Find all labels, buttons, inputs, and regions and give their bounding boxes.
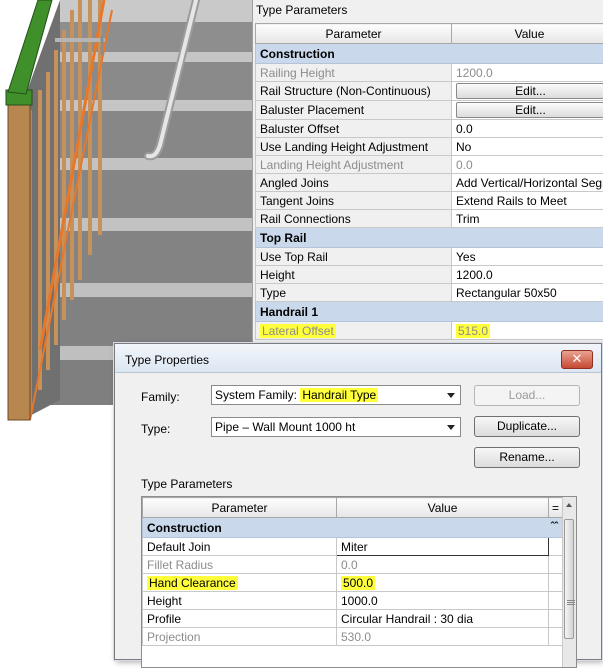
dialog-title: Type Properties <box>125 353 209 367</box>
param-value: 1200.0 <box>452 64 603 82</box>
dialog-titlebar[interactable]: Type Properties ✕ <box>115 344 601 373</box>
param-name: Height <box>143 592 337 610</box>
param-name: Baluster Placement <box>256 101 452 120</box>
family-value: Handrail Type <box>300 388 378 402</box>
hand-clearance-value[interactable]: 500.0 <box>341 576 375 590</box>
chevron-up-double-icon[interactable]: ˆˆ <box>551 521 558 533</box>
param-name: Type <box>256 284 452 302</box>
param-name: Baluster Offset <box>256 120 452 138</box>
table-row[interactable]: Type Rectangular 50x50 <box>256 284 603 302</box>
close-button[interactable]: ✕ <box>561 350 593 369</box>
table-row: Railing Height 1200.0 <box>256 64 603 82</box>
param-name: Tangent Joins <box>256 192 452 210</box>
type-parameters-table: Parameter Value = Construction ˆˆ Defaul… <box>142 497 563 646</box>
scrollbar-thumb[interactable] <box>564 519 574 639</box>
param-name: Profile <box>143 610 337 628</box>
param-value[interactable]: Extend Rails to Meet <box>452 192 603 210</box>
group-top-rail[interactable]: Top Rail <box>256 228 603 248</box>
family-select[interactable]: System Family: Handrail Type <box>211 385 461 405</box>
hand-clearance-label: Hand Clearance <box>147 576 238 590</box>
param-value[interactable]: Miter <box>337 538 549 556</box>
param-value[interactable]: 1000.0 <box>337 592 549 610</box>
chevron-down-icon <box>447 393 455 398</box>
type-properties-dialog: Type Properties ✕ Family: System Family:… <box>114 343 602 660</box>
rename-button[interactable]: Rename... <box>474 447 580 468</box>
duplicate-button[interactable]: Duplicate... <box>474 416 580 437</box>
type-parameters-title: Type Parameters <box>141 477 232 491</box>
param-name: Rail Structure (Non-Continuous) <box>256 82 452 101</box>
edit-rail-structure-button[interactable]: Edit... <box>456 83 603 99</box>
param-name: Height <box>256 266 452 284</box>
param-value: 530.0 <box>337 628 549 646</box>
table-row[interactable]: Baluster Placement Edit... <box>256 101 603 120</box>
vertical-scrollbar[interactable] <box>562 497 576 667</box>
param-value: 0.0 <box>452 156 603 174</box>
param-value[interactable]: Circular Handrail : 30 dia <box>337 610 549 628</box>
railing-type-parameters-panel: Type Parameters Parameter Value Construc… <box>252 0 603 345</box>
table-row: Projection 530.0 <box>143 628 563 646</box>
railing-parameters-grid: Parameter Value Construction Railing Hei… <box>255 23 603 340</box>
edit-baluster-placement-button[interactable]: Edit... <box>456 102 603 118</box>
param-value[interactable]: 1200.0 <box>452 266 603 284</box>
table-row[interactable]: Use Landing Height Adjustment No <box>256 138 603 156</box>
param-name: Railing Height <box>256 64 452 82</box>
family-label: Family: <box>141 390 180 404</box>
table-row[interactable]: Rail Connections Trim <box>256 210 603 228</box>
column-header-parameter[interactable]: Parameter <box>143 498 337 518</box>
param-value[interactable]: No <box>452 138 603 156</box>
table-row[interactable]: Height 1000.0 <box>143 592 563 610</box>
table-row[interactable]: Tangent Joins Extend Rails to Meet <box>256 192 603 210</box>
panel-title: Type Parameters <box>256 3 347 17</box>
lateral-offset-value: 515.0 <box>456 324 490 338</box>
type-select[interactable]: Pipe – Wall Mount 1000 ht <box>211 417 461 437</box>
type-parameters-grid: Parameter Value = Construction ˆˆ Defaul… <box>141 496 577 668</box>
table-row[interactable]: Rail Structure (Non-Continuous) Edit... <box>256 82 603 101</box>
param-name: Fillet Radius <box>143 556 337 574</box>
grip-icon <box>567 600 575 601</box>
type-label: Type: <box>141 422 170 436</box>
param-name: Default Join <box>143 538 337 556</box>
table-row[interactable]: Use Top Rail Yes <box>256 248 603 266</box>
param-name: Rail Connections <box>256 210 452 228</box>
param-value[interactable]: Add Vertical/Horizontal Segments <box>452 174 603 192</box>
group-construction[interactable]: Construction ˆˆ <box>143 518 563 538</box>
column-header-value[interactable]: Value <box>452 24 603 44</box>
param-value[interactable]: 0.0 <box>452 120 603 138</box>
type-value: Pipe – Wall Mount 1000 ht <box>215 420 355 434</box>
param-value[interactable]: Yes <box>452 248 603 266</box>
param-name: Projection <box>143 628 337 646</box>
param-value: 0.0 <box>337 556 549 574</box>
param-name: Lateral Offset <box>256 322 452 340</box>
table-row[interactable]: Angled Joins Add Vertical/Horizontal Seg… <box>256 174 603 192</box>
load-button[interactable]: Load... <box>474 385 580 406</box>
group-label: Construction <box>147 521 222 535</box>
group-handrail-1[interactable]: Handrail 1 <box>256 302 603 322</box>
column-header-value[interactable]: Value <box>337 498 549 518</box>
newel-post <box>8 90 30 420</box>
table-row[interactable]: Profile Circular Handrail : 30 dia <box>143 610 563 628</box>
chevron-down-icon <box>447 425 455 430</box>
table-row: Lateral Offset 515.0 <box>256 322 603 340</box>
group-construction[interactable]: Construction <box>256 44 603 64</box>
table-row[interactable]: Height 1200.0 <box>256 266 603 284</box>
column-header-sort[interactable]: = <box>549 498 563 518</box>
table-row[interactable]: Hand Clearance 500.0 <box>143 574 563 592</box>
param-value[interactable]: Rectangular 50x50 <box>452 284 603 302</box>
param-name: Use Top Rail <box>256 248 452 266</box>
table-row[interactable]: Default Join Miter <box>143 538 563 556</box>
family-prefix: System Family: <box>215 388 300 402</box>
table-row: Fillet Radius 0.0 <box>143 556 563 574</box>
lateral-offset-label: Lateral Offset <box>260 324 336 338</box>
table-row[interactable]: Baluster Offset 0.0 <box>256 120 603 138</box>
param-name: Use Landing Height Adjustment <box>256 138 452 156</box>
param-name: Angled Joins <box>256 174 452 192</box>
table-row: Landing Height Adjustment 0.0 <box>256 156 603 174</box>
param-value[interactable]: Trim <box>452 210 603 228</box>
column-header-parameter[interactable]: Parameter <box>256 24 452 44</box>
param-name: Landing Height Adjustment <box>256 156 452 174</box>
scroll-up-icon[interactable] <box>566 503 572 507</box>
